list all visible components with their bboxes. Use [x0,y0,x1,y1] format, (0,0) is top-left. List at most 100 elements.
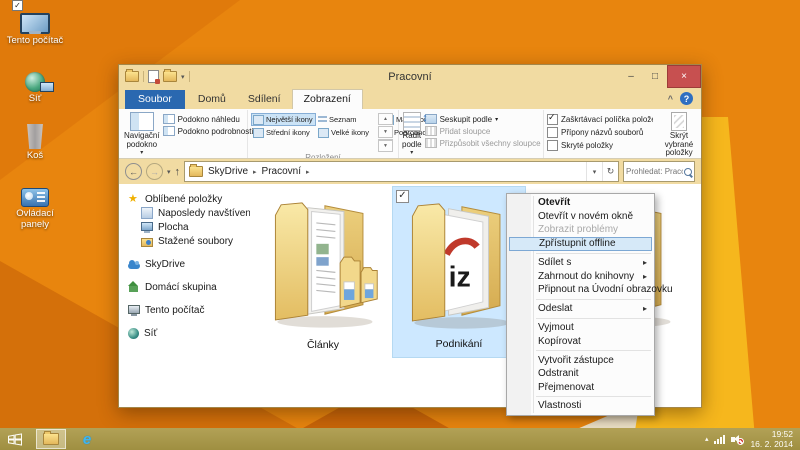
address-dropdown-icon[interactable]: ▾ [586,162,602,181]
menu-item-zahrnout-do-knihovny[interactable]: Zahrnout do knihovny▸ [507,270,654,284]
volume-muted-icon[interactable] [731,434,744,445]
sidebar-item-this-pc[interactable]: Tento počítač [128,303,250,317]
help-icon[interactable]: ? [680,92,693,105]
navigation-pane: ★Oblíbené položky Naposledy navštívené P… [119,184,250,407]
taskbar-explorer-button[interactable] [36,429,66,449]
menu-item-vlastnosti[interactable]: Vlastnosti [507,399,654,413]
properties-icon[interactable] [148,70,159,83]
ribbon-collapse-icon[interactable]: ^ [668,94,673,104]
up-button[interactable]: ↑ [175,166,181,178]
breadcrumb-pracovni[interactable]: Pracovní [261,166,302,177]
add-columns-button[interactable]: Přidat sloupce [425,126,541,136]
menu-item-otevrit[interactable]: Otevřít [507,196,654,210]
menu-item-pripnout-na-uvodni-obrazovku[interactable]: Připnout na Úvodní obrazovku [507,283,654,297]
tray-time: 19:52 [750,429,793,439]
sidebar-item-network[interactable]: Síť [128,326,250,340]
maximize-button[interactable]: □ [643,65,667,88]
item-checkbox[interactable]: ✓ [396,190,409,203]
breadcrumb-arrow-icon[interactable]: ▸ [306,168,310,176]
tab-sdileni[interactable]: Sdílení [237,90,292,109]
menu-item-otevrit-v-novem-okne[interactable]: Otevřít v novém okně [507,210,654,224]
title-bar[interactable]: ▾ Pracovní – □ × [119,65,701,88]
sort-by-button[interactable]: ↕ Řadit podle ▾ [402,111,422,158]
sidebar-item-recent[interactable]: Naposledy navštívené [128,206,250,220]
search-input[interactable] [626,167,683,176]
submenu-arrow-icon: ▸ [643,256,647,270]
gallery-more-button[interactable]: ▼ [378,139,393,152]
taskbar-ie-button[interactable]: e [72,429,102,449]
recent-places-icon [141,207,153,219]
tab-soubor[interactable]: Soubor [125,90,185,109]
recycle-bin-icon [4,119,66,149]
chevron-down-icon: ▾ [140,149,143,158]
gallery-scroll-down[interactable]: ▼ [378,126,393,138]
tray-overflow-icon[interactable]: ▴ [705,435,709,443]
back-button[interactable]: ← [125,163,142,180]
menu-item-zpristupnit-offline[interactable]: Zpřístupnit offline [509,237,652,252]
menu-item-odstranit[interactable]: Odstranit [507,367,654,381]
layout-option-medium-icons[interactable]: Střední ikony [251,126,316,139]
size-columns-button[interactable]: Přizpůsobit všechny sloupce [425,138,541,148]
filename-extensions-checkbox[interactable]: Přípony názvů souborů [547,127,653,138]
menu-item-sdilet-s[interactable]: Sdílet s▸ [507,256,654,270]
chevron-down-icon[interactable]: ▾ [181,73,185,81]
forward-button[interactable]: → [146,163,163,180]
menu-item-odeslat[interactable]: Odeslat▸ [507,302,654,316]
address-bar[interactable]: SkyDrive ▸ Pracovní ▸ ▾ ↻ [184,161,619,182]
sidebar-item-homegroup[interactable]: Domácí skupina [128,280,250,294]
layout-option-list[interactable]: Seznam [316,113,381,126]
submenu-arrow-icon: ▸ [643,302,647,316]
history-dropdown-icon[interactable]: ▾ [167,168,171,176]
desktop-icon-network[interactable]: Síť [4,62,66,105]
tray-clock[interactable]: 19:52 16. 2. 2014 [750,429,793,449]
navigation-pane-button[interactable]: Navigační podokno ▾ [124,111,160,158]
internet-explorer-icon: e [83,432,91,447]
layout-option-large-icons[interactable]: Velké ikony [316,126,381,139]
navigation-pane-icon [130,112,154,131]
preview-pane-button[interactable]: Podokno náhledu [163,114,254,124]
desktop-icon-control-panel[interactable]: Ovládací panely [4,177,66,230]
quick-access-toolbar: ▾ [125,70,190,83]
item-checkboxes-checkbox[interactable]: ✓Zaškrtávací políčka položek [547,114,653,125]
computer-icon [128,304,140,316]
refresh-icon[interactable]: ↻ [602,162,618,181]
menu-item-prejmenovat[interactable]: Přejmenovat [507,381,654,395]
menu-separator [536,253,651,254]
sidebar-item-favorites[interactable]: ★Oblíbené položky [128,192,250,206]
icon-size-icon [318,128,329,138]
sidebar-item-skydrive[interactable]: SkyDrive [128,257,250,271]
minimize-button[interactable]: – [619,65,643,88]
folder-icon [189,166,203,177]
gallery-scroll-up[interactable]: ▲ [378,113,393,125]
desktop-icon-recycle-bin[interactable]: Koš [4,119,66,162]
details-pane-button[interactable]: Podokno podrobností [163,126,254,136]
start-button[interactable] [0,428,30,450]
hide-selected-items-button[interactable]: Skrýt vybrané položky [656,111,701,158]
breadcrumb-skydrive[interactable]: SkyDrive [207,166,249,177]
tab-domu[interactable]: Domů [187,90,237,109]
close-button[interactable]: × [667,65,701,88]
network-signal-icon[interactable] [714,434,725,444]
tab-zobrazeni[interactable]: Zobrazení [292,89,363,109]
downloads-icon [141,238,153,247]
new-folder-icon[interactable] [163,71,177,82]
item-checkbox[interactable]: ✓ [12,0,23,11]
desktop-icon-label: Ovládací panely [16,208,54,230]
sidebar-item-downloads[interactable]: Stažené soubory [128,234,250,248]
sidebar-item-desktop[interactable]: Plocha [128,220,250,234]
menu-item-kopirovat[interactable]: Kopírovat [507,335,654,349]
context-menu: Otevřít Otevřít v novém okně Zobrazit pr… [506,193,655,416]
columns-icon [425,138,437,148]
menu-item-vytvorit-zastupce[interactable]: Vytvořit zástupce [507,354,654,368]
hidden-items-checkbox[interactable]: Skryté položky [547,140,653,151]
desktop-icon-this-pc[interactable]: ✓ Tento počítač [4,4,66,47]
breadcrumb-arrow-icon[interactable]: ▸ [253,168,257,176]
menu-item-vyjmout[interactable]: Vyjmout [507,321,654,335]
ribbon-tabs: Soubor Domů Sdílení Zobrazení ^ ? [119,88,701,109]
search-box[interactable] [623,161,695,182]
group-by-button[interactable]: Seskupit podle▾ [425,114,541,124]
folder-tile-clanky[interactable]: Články [256,186,390,358]
folder-icon [264,190,382,330]
windows-logo-icon [7,433,23,446]
layout-option-largest-icons[interactable]: Největší ikony [251,113,316,126]
